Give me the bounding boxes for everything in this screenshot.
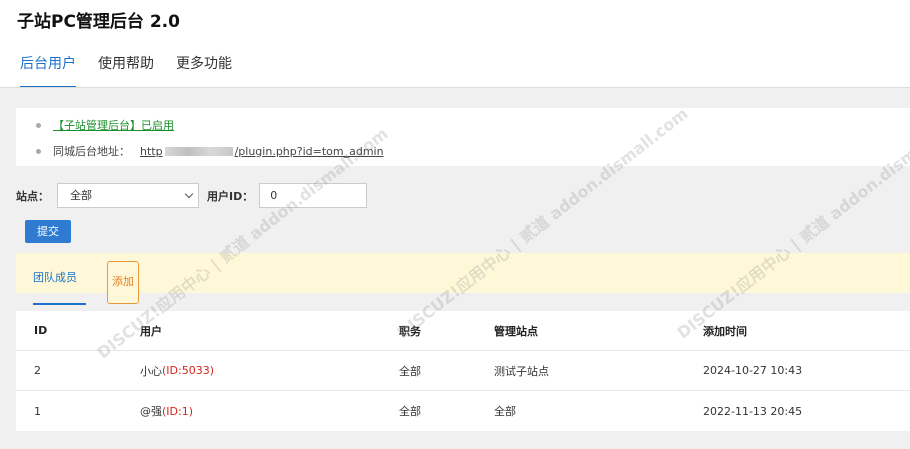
user-id: (ID:1) [162,404,194,418]
add-button[interactable]: 添加 [107,261,139,304]
user-name: 小心 [140,364,162,378]
site-select-value: 全部 [70,189,92,202]
submit-button[interactable]: 提交 [25,220,71,243]
address-link[interactable]: http/plugin.php?id=tom_admin [140,145,384,158]
cell-id: 1 [34,404,41,418]
address-suffix: /plugin.php?id=tom_admin [234,144,384,158]
header: 子站PC管理后台 2.0 后台用户 使用帮助 更多功能 [0,0,910,88]
site-select[interactable]: 全部 [57,183,199,208]
table-header-row: ID 用户 职务 管理站点 添加时间 [16,311,910,351]
cell-id: 2 [34,364,41,377]
app-title: 子站PC管理后台 2.0 [17,12,180,32]
enabled-link[interactable]: 【子站管理后台】已启用 [53,117,174,133]
filter-bar: 站点： 全部 用户ID： 0 [16,183,368,208]
active-tab-indicator [33,303,86,305]
user-id: (ID:5033) [162,364,214,377]
subtab-bar: 团队成员 添加 [16,253,910,305]
tab-team-members[interactable]: 团队成员 [33,269,77,304]
cell-position: 全部 [399,405,421,418]
notice-panel: 【子站管理后台】已启用 同城后台地址： http/plugin.php?id=t… [16,108,910,166]
table-row: 1 @强 (ID:1) 全部 全部 2022-11-13 20:45 [16,391,910,431]
address-label: 同城后台地址： [53,145,130,158]
site-label: 站点： [16,189,49,203]
notice-row-enabled: 【子站管理后台】已启用 [36,117,174,133]
tab-help[interactable]: 使用帮助 [98,54,154,88]
main-nav: 后台用户 使用帮助 更多功能 [20,54,254,88]
cell-time: 2024-10-27 10:43 [703,364,803,377]
blurred-host [164,147,233,156]
header-time: 添加时间 [703,324,747,338]
cell-site: 全部 [494,405,516,418]
uid-label: 用户ID： [207,189,254,203]
chevron-down-icon [184,189,194,199]
notice-row-address: 同城后台地址： http/plugin.php?id=tom_admin [36,143,384,159]
cell-position: 全部 [399,364,421,378]
bullet-icon [36,148,41,154]
tab-admin-users[interactable]: 后台用户 [20,54,76,88]
header-user: 用户 [140,324,162,338]
cell-user: 小心 (ID:5033) [140,351,214,390]
header-site: 管理站点 [494,324,538,338]
cell-user: @强 (ID:1) [140,391,193,431]
header-position: 职务 [399,324,421,338]
cell-site: 测试子站点 [494,364,549,378]
header-id: ID [34,324,48,337]
bullet-icon [36,122,41,128]
table-row: 2 小心 (ID:5033) 全部 测试子站点 2024-10-27 10:43 [16,351,910,391]
header-divider [0,87,910,88]
cell-time: 2022-11-13 20:45 [703,404,803,418]
address-prefix: http [140,144,163,158]
tab-more-features[interactable]: 更多功能 [176,54,232,88]
uid-input[interactable]: 0 [259,183,368,208]
user-name: @强 [140,405,162,418]
members-table: ID 用户 职务 管理站点 添加时间 2 小心 (ID:5033) 全部 测试子站… [16,311,910,431]
